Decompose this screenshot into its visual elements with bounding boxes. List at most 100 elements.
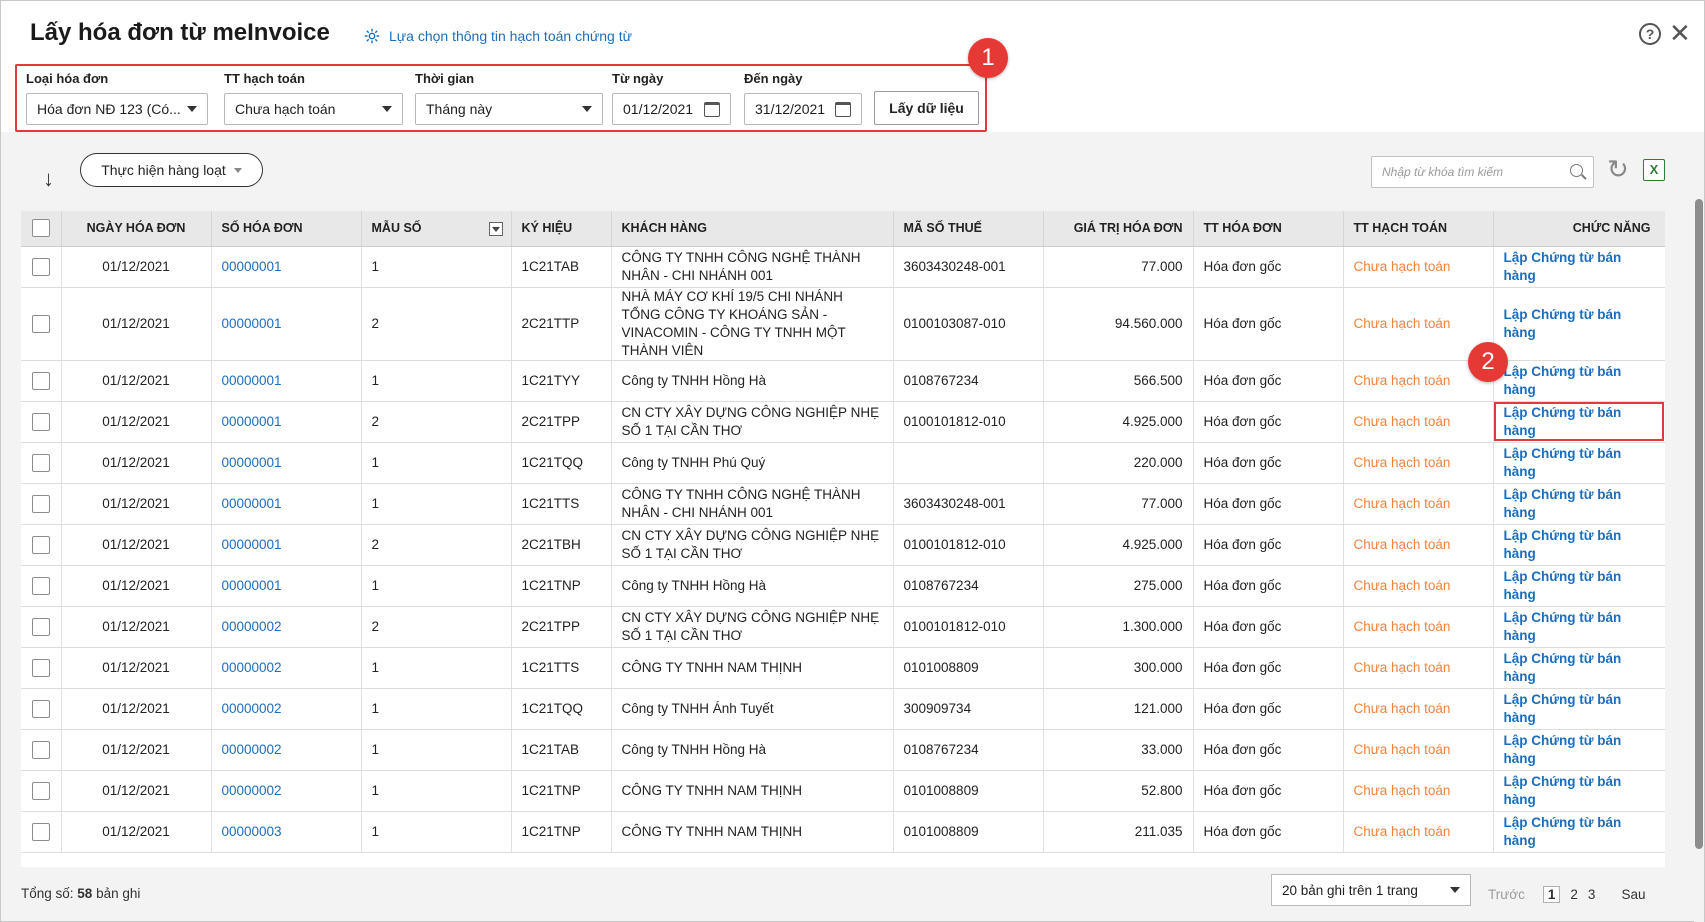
period-select[interactable]: Tháng này (415, 93, 603, 125)
table-row[interactable]: 01/12/2021 00000001 1 1C21TQQ Công ty TNHH P… (21, 442, 1665, 484)
row-checkbox[interactable] (31, 576, 50, 595)
search-input[interactable]: Nhập từ khóa tìm kiếm (1371, 156, 1594, 188)
create-sales-voucher-link[interactable]: Lập Chứng từ bán hàng (1493, 647, 1665, 689)
row-checkbox-cell (21, 729, 62, 771)
header-tax-code[interactable]: MÃ SỐ THUẾ (893, 211, 1044, 247)
row-checkbox[interactable] (31, 257, 50, 276)
invoice-number-link[interactable]: 00000001 (211, 565, 362, 607)
invoice-number-link[interactable]: 00000001 (211, 246, 362, 288)
accounting-status: Chưa hạch toán (1343, 287, 1494, 361)
prev-page-button[interactable]: Trước (1488, 887, 1525, 902)
table-row[interactable]: 01/12/2021 00000002 1 1C21TNP CÔNG TY TNHH N… (21, 770, 1665, 812)
sort-arrow-icon[interactable]: ↓ (43, 166, 54, 192)
page-2-button[interactable]: 2 (1570, 887, 1578, 902)
scrollbar-thumb[interactable] (1695, 199, 1703, 849)
table-row[interactable]: 01/12/2021 00000002 1 1C21TQQ Công ty TNHH Á… (21, 688, 1665, 730)
row-checkbox[interactable] (31, 453, 50, 472)
table-row[interactable]: 01/12/2021 00000001 2 2C21TTP NHÀ MÁY CƠ KHÍ… (21, 287, 1665, 361)
invoice-number-link[interactable]: 00000001 (211, 483, 362, 525)
next-page-button[interactable]: Sau (1621, 887, 1645, 902)
invoice-number-link[interactable]: 00000003 (211, 811, 362, 853)
create-sales-voucher-link[interactable]: Lập Chứng từ bán hàng (1493, 811, 1665, 853)
invoice-number-link[interactable]: 00000001 (211, 287, 362, 361)
row-checkbox[interactable] (31, 314, 50, 333)
invoice-type-select[interactable]: Hóa đơn NĐ 123 (Có... (26, 93, 208, 125)
table-row[interactable]: 01/12/2021 00000002 1 1C21TAB Công ty TNHH H… (21, 729, 1665, 771)
symbol: 1C21TYY (511, 360, 612, 402)
close-icon[interactable]: ✕ (1669, 20, 1691, 46)
create-sales-voucher-link[interactable]: Lập Chứng từ bán hàng (1493, 770, 1665, 812)
invoice-number-link[interactable]: 00000002 (211, 647, 362, 689)
row-checkbox-cell (21, 401, 62, 443)
accounting-status-select[interactable]: Chưa hạch toán (224, 93, 403, 125)
header-customer[interactable]: KHÁCH HÀNG (611, 211, 894, 247)
accounting-settings-link[interactable]: Lựa chọn thông tin hạch toán chứng từ (363, 27, 632, 45)
page-3-button[interactable]: 3 (1588, 887, 1596, 902)
search-icon[interactable] (1570, 164, 1583, 177)
filter-icon[interactable] (488, 222, 503, 236)
header-invoice-status[interactable]: TT HÓA ĐƠN (1193, 211, 1344, 247)
page-size-select[interactable]: 20 bản ghi trên 1 trang (1271, 874, 1471, 906)
invoice-date: 01/12/2021 (61, 442, 212, 484)
header-accounting-status[interactable]: TT HẠCH TOÁN (1343, 211, 1494, 247)
invoice-number-link[interactable]: 00000001 (211, 442, 362, 484)
create-sales-voucher-link[interactable]: Lập Chứng từ bán hàng (1493, 524, 1665, 566)
calendar-icon[interactable] (704, 101, 720, 117)
tax-code: 0100101812-010 (893, 401, 1044, 443)
create-sales-voucher-link[interactable]: Lập Chứng từ bán hàng (1493, 287, 1665, 361)
table-row[interactable]: 01/12/2021 00000001 1 1C21TNP Công ty TNHH H… (21, 565, 1665, 607)
header-invoice-number[interactable]: SỐ HÓA ĐƠN (211, 211, 362, 247)
header-form-number[interactable]: MẪU SỐ (361, 211, 512, 247)
invoice-number-link[interactable]: 00000002 (211, 606, 362, 648)
create-sales-voucher-link[interactable]: Lập Chứng từ bán hàng (1493, 442, 1665, 484)
fetch-data-button[interactable]: Lấy dữ liệu (874, 91, 979, 125)
invoice-number-link[interactable]: 00000001 (211, 524, 362, 566)
from-date-input[interactable]: 01/12/2021 (612, 93, 731, 125)
invoice-date: 01/12/2021 (61, 729, 212, 771)
table-row[interactable]: 01/12/2021 00000001 1 1C21TAB CÔNG TY TNHH C… (21, 246, 1665, 288)
create-sales-voucher-link[interactable]: Lập Chứng từ bán hàng (1493, 246, 1665, 288)
chevron-down-icon (382, 106, 392, 112)
table-row[interactable]: 01/12/2021 00000003 1 1C21TNP CÔNG TY TNHH N… (21, 811, 1665, 853)
table-row[interactable]: 01/12/2021 00000002 1 1C21TTS CÔNG TY TNHH N… (21, 647, 1665, 689)
table-row[interactable]: 01/12/2021 00000001 1 1C21TTS CÔNG TY TNHH C… (21, 483, 1665, 525)
invoice-number-link[interactable]: 00000002 (211, 729, 362, 771)
create-sales-voucher-link[interactable]: Lập Chứng từ bán hàng (1493, 360, 1665, 402)
row-checkbox[interactable] (31, 740, 50, 759)
table-row[interactable]: 01/12/2021 00000001 2 2C21TBH CN CTY XÂY DỰN… (21, 524, 1665, 566)
header-invoice-date[interactable]: NGÀY HÓA ĐƠN (61, 211, 212, 247)
header-symbol[interactable]: KÝ HIỆU (511, 211, 612, 247)
excel-export-icon[interactable]: X (1643, 159, 1665, 181)
row-checkbox[interactable] (31, 494, 50, 513)
row-checkbox[interactable] (31, 617, 50, 636)
create-sales-voucher-link[interactable]: Lập Chứng từ bán hàng (1493, 729, 1665, 771)
invoice-number-link[interactable]: 00000001 (211, 360, 362, 402)
create-sales-voucher-link[interactable]: Lập Chứng từ bán hàng (1493, 688, 1665, 730)
bulk-action-button[interactable]: Thực hiện hàng loạt (80, 153, 263, 187)
row-checkbox[interactable] (31, 699, 50, 718)
calendar-icon[interactable] (835, 101, 851, 117)
to-date-input[interactable]: 31/12/2021 (744, 93, 862, 125)
create-sales-voucher-link[interactable]: Lập Chứng từ bán hàng (1493, 565, 1665, 607)
invoice-number-link[interactable]: 00000001 (211, 401, 362, 443)
select-all-checkbox[interactable] (31, 219, 50, 238)
create-sales-voucher-link[interactable]: Lập Chứng từ bán hàng (1493, 401, 1665, 443)
invoice-number-link[interactable]: 00000002 (211, 688, 362, 730)
header-amount[interactable]: GIÁ TRỊ HÓA ĐƠN (1043, 211, 1194, 247)
table-row[interactable]: 01/12/2021 00000001 2 2C21TPP CN CTY XÂY DỰN… (21, 401, 1665, 443)
row-checkbox[interactable] (31, 412, 50, 431)
row-checkbox[interactable] (31, 371, 50, 390)
help-icon[interactable]: ? (1639, 23, 1661, 45)
create-sales-voucher-link[interactable]: Lập Chứng từ bán hàng (1493, 606, 1665, 648)
table-row[interactable]: 01/12/2021 00000002 2 2C21TPP CN CTY XÂY DỰN… (21, 606, 1665, 648)
row-checkbox[interactable] (31, 658, 50, 677)
table-row[interactable]: 01/12/2021 00000001 1 1C21TYY Công ty TNHH H… (21, 360, 1665, 402)
refresh-icon[interactable]: ↻ (1607, 156, 1629, 182)
row-checkbox[interactable] (31, 822, 50, 841)
invoice-number-link[interactable]: 00000002 (211, 770, 362, 812)
row-checkbox[interactable] (31, 535, 50, 554)
tax-code (893, 442, 1044, 484)
row-checkbox[interactable] (31, 781, 50, 800)
create-sales-voucher-link[interactable]: Lập Chứng từ bán hàng (1493, 483, 1665, 525)
page-1-button[interactable]: 1 (1542, 886, 1561, 903)
